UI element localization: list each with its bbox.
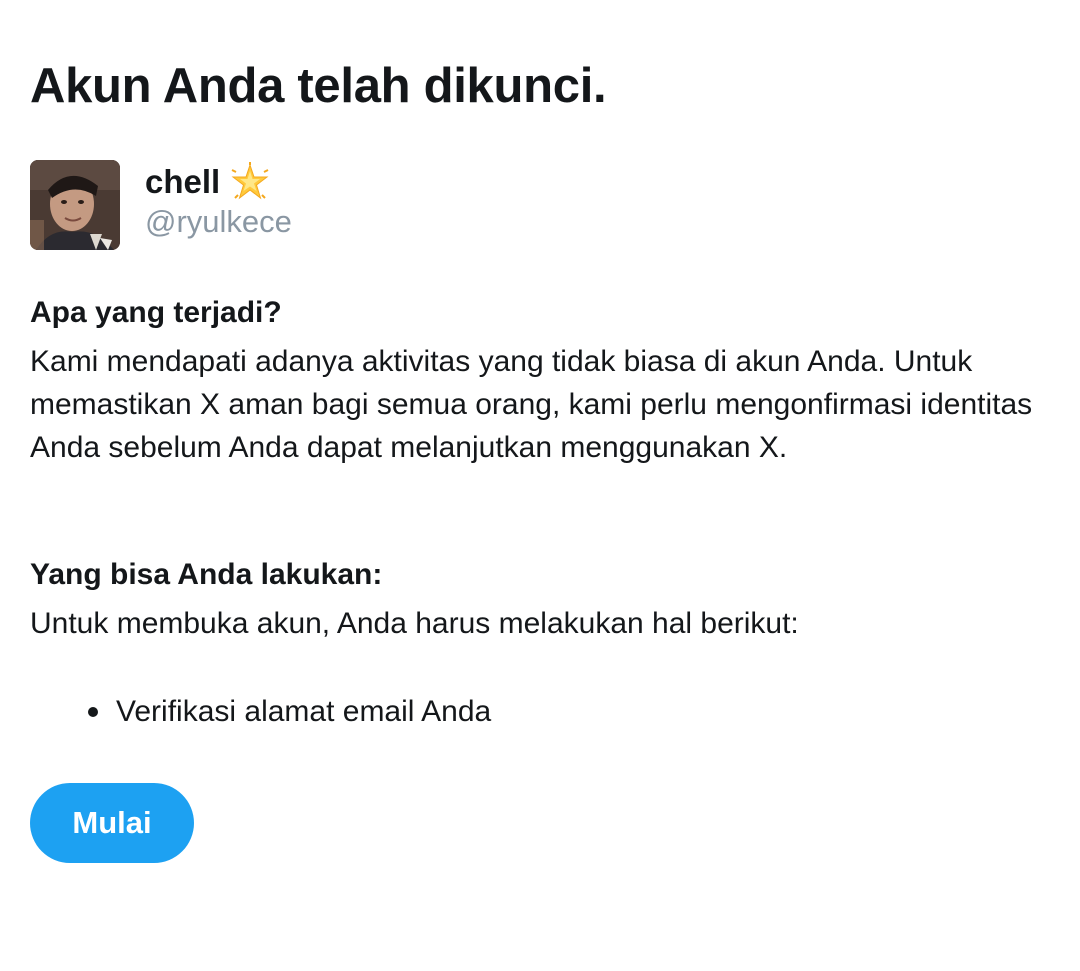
page-title: Akun Anda telah dikunci.	[30, 59, 607, 113]
avatar	[30, 160, 120, 250]
user-profile: chell @ryulkece	[30, 160, 630, 252]
steps-list: Verifikasi alamat email Anda	[30, 690, 491, 733]
what-to-do-text: Untuk membuka akun, Anda harus melakukan…	[30, 607, 799, 640]
bullet-icon	[88, 707, 98, 717]
display-name-row: chell	[145, 162, 270, 202]
what-happened-heading: Apa yang terjadi?	[30, 296, 282, 329]
start-button[interactable]: Mulai	[30, 783, 194, 863]
what-happened-text: Kami mendapati adanya aktivitas yang tid…	[30, 345, 1033, 464]
list-item: Verifikasi alamat email Anda	[30, 690, 491, 733]
glowing-star-icon	[230, 162, 270, 202]
user-handle: @ryulkece	[145, 204, 292, 239]
avatar-photo	[30, 160, 120, 250]
what-to-do-heading: Yang bisa Anda lakukan:	[30, 558, 383, 591]
display-name: chell	[145, 163, 221, 200]
step-label: Verifikasi alamat email Anda	[116, 695, 492, 728]
